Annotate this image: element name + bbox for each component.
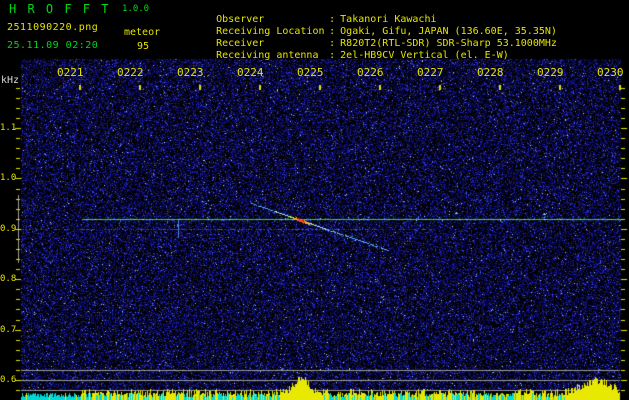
time-tick-label: 0222 bbox=[117, 66, 144, 79]
freq-tick-label: 0.6 bbox=[0, 375, 17, 385]
header-value: Takanori Kawachi bbox=[340, 14, 437, 25]
freq-axis-unit: kHz bbox=[1, 75, 20, 86]
freq-tick-label: 0.7 bbox=[0, 325, 17, 335]
header-label: Receiving antenna bbox=[216, 50, 319, 61]
header-value: Ogaki, Gifu, JAPAN (136.60E, 35.35N) bbox=[340, 26, 557, 37]
time-tick-label: 0229 bbox=[537, 66, 564, 79]
time-tick-label: 0227 bbox=[417, 66, 444, 79]
header-colon: : bbox=[329, 38, 336, 49]
freq-tick-label: 0.9 bbox=[0, 224, 17, 234]
header-label: Receiver bbox=[216, 38, 265, 49]
time-tick-label: 0228 bbox=[477, 66, 504, 79]
header-value: 2el-HB9CV Vertical (el. E-W) bbox=[340, 50, 509, 61]
header-value: R820T2(RTL-SDR) SDR-Sharp 53.1000MHz bbox=[340, 38, 557, 49]
time-tick-label: 0230 bbox=[597, 66, 624, 79]
freq-tick-label: 1.0 bbox=[0, 173, 17, 183]
header-label: Receiving Location bbox=[216, 26, 325, 37]
header-colon: : bbox=[329, 26, 336, 37]
app-version: 1.0.0 bbox=[122, 4, 150, 14]
time-tick-label: 0225 bbox=[297, 66, 324, 79]
echo-count: 95 bbox=[137, 41, 150, 52]
time-tick-label: 0223 bbox=[177, 66, 204, 79]
header-colon: : bbox=[329, 50, 336, 61]
station-info-block: Observer: Takanori Kawachi Receiving Loca… bbox=[180, 2, 557, 61]
observation-mode: meteor bbox=[124, 27, 161, 38]
observation-datetime: 25.11.09 02:20 bbox=[7, 40, 99, 51]
time-tick-label: 0224 bbox=[237, 66, 264, 79]
header-row-observer: Observer: Takanori Kawachi bbox=[180, 2, 557, 25]
app-title: H R O F F T bbox=[9, 2, 111, 16]
freq-tick-label: 1.1 bbox=[0, 123, 17, 133]
header-label: Observer bbox=[216, 14, 265, 25]
time-tick-label: 0226 bbox=[357, 66, 384, 79]
freq-tick-label: 0.8 bbox=[0, 274, 17, 284]
header-colon: : bbox=[329, 14, 336, 25]
output-filename: 2511090220.png bbox=[7, 22, 99, 33]
time-tick-label: 0221 bbox=[57, 66, 84, 79]
hrofft-screen: H R O F F T 1.0.0 2511090220.png meteor … bbox=[0, 0, 629, 400]
